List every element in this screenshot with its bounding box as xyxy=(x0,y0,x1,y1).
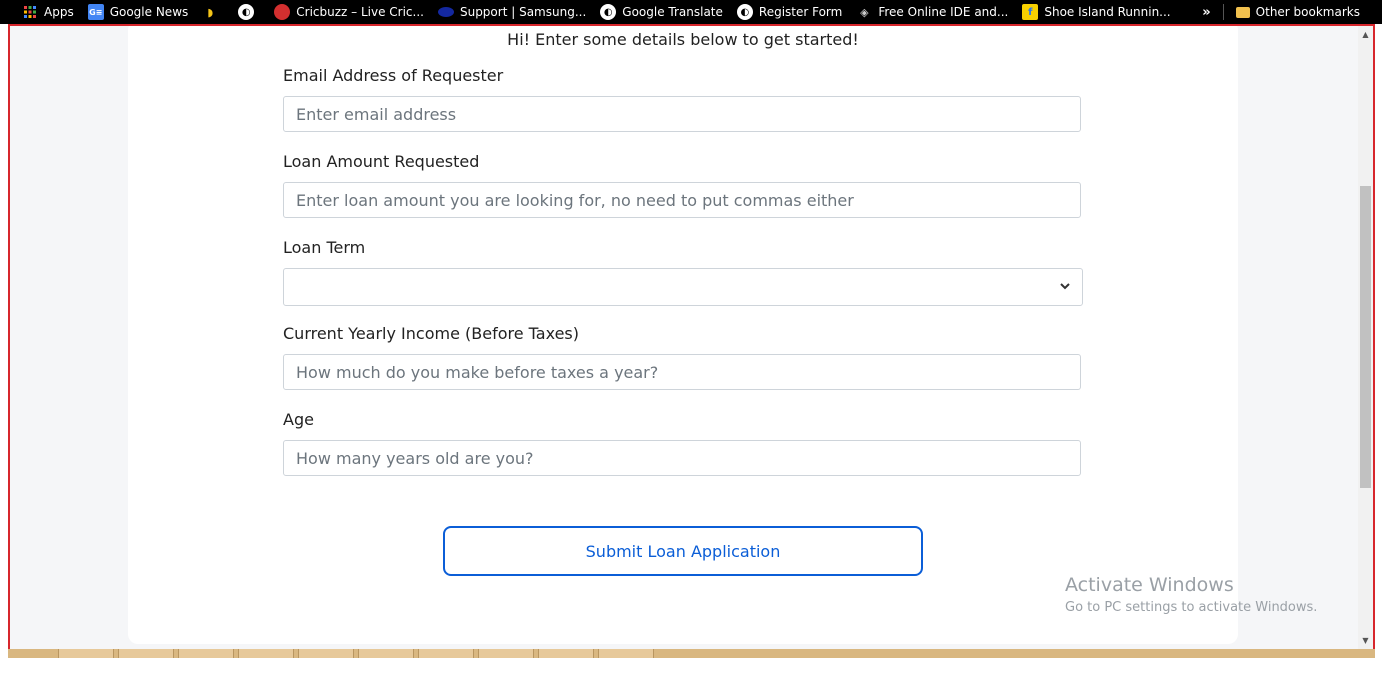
age-label: Age xyxy=(283,410,314,429)
scroll-thumb[interactable] xyxy=(1360,186,1371,488)
income-input[interactable] xyxy=(283,354,1081,390)
bookmark-label: Free Online IDE and... xyxy=(878,5,1009,19)
bookmark-globe[interactable]: ◐ xyxy=(238,0,260,24)
bookmark-cricbuzz[interactable]: Cricbuzz – Live Cric... xyxy=(274,0,424,24)
bookmark-label: Cricbuzz – Live Cric... xyxy=(296,5,424,19)
taskbar-button[interactable] xyxy=(478,649,534,658)
taskbar-button[interactable] xyxy=(538,649,594,658)
taskbar-button[interactable] xyxy=(598,649,654,658)
activate-windows-watermark: Activate Windows Go to PC settings to ac… xyxy=(1065,574,1317,615)
submit-loan-button[interactable]: Submit Loan Application xyxy=(443,526,923,576)
bookmark-samsung[interactable]: Support | Samsung... xyxy=(437,0,587,24)
bookmark-label: Google Translate xyxy=(622,5,723,19)
scroll-up-icon[interactable]: ▲ xyxy=(1361,30,1370,39)
taskbar-button[interactable] xyxy=(358,649,414,658)
taskbar-button[interactable] xyxy=(178,649,234,658)
bookmark-google-translate[interactable]: ◐ Google Translate xyxy=(600,0,723,24)
taskbar-button[interactable] xyxy=(238,649,294,658)
globe-icon: ◐ xyxy=(736,4,753,20)
intro-text: Hi! Enter some details below to get star… xyxy=(507,30,859,49)
globe-icon: ◐ xyxy=(238,4,255,20)
flipkart-icon: f xyxy=(1022,4,1039,20)
bookmark-label: Apps xyxy=(44,5,74,19)
watermark-subtitle: Go to PC settings to activate Windows. xyxy=(1065,600,1318,615)
bookmark-register-form[interactable]: ◐ Register Form xyxy=(736,0,843,24)
bookmarks-bar: Apps G≡ Google News ◗ ◐ Cricbuzz – Live … xyxy=(0,0,1382,24)
age-input[interactable] xyxy=(283,440,1081,476)
bookmark-free-ide[interactable]: ◈ Free Online IDE and... xyxy=(856,0,1008,24)
ide-icon: ◈ xyxy=(860,5,869,19)
loan-term-select[interactable] xyxy=(283,268,1083,306)
taskbar xyxy=(8,649,1375,658)
taskbar-button[interactable] xyxy=(118,649,174,658)
other-bookmarks[interactable]: Other bookmarks xyxy=(1235,0,1360,24)
bookmark-apps[interactable]: Apps xyxy=(22,0,74,24)
banana-icon: ◗ xyxy=(207,5,214,19)
divider xyxy=(1222,4,1224,20)
bookmark-label: Register Form xyxy=(758,5,843,19)
taskbar-button[interactable] xyxy=(418,649,474,658)
cricbuzz-icon xyxy=(274,4,291,20)
bookmark-shoe-island[interactable]: f Shoe Island Runnin... xyxy=(1022,0,1171,24)
taskbar-button[interactable] xyxy=(298,649,354,658)
income-label: Current Yearly Income (Before Taxes) xyxy=(283,324,579,343)
apps-grid-icon xyxy=(22,4,38,20)
bookmark-label: Google News xyxy=(109,5,189,19)
taskbar-button[interactable] xyxy=(58,649,114,658)
loan-amount-input[interactable] xyxy=(283,182,1081,218)
bookmark-google-news[interactable]: G≡ Google News xyxy=(87,0,189,24)
email-label: Email Address of Requester xyxy=(283,66,504,85)
other-bookmarks-label: Other bookmarks xyxy=(1255,5,1360,19)
samsung-icon xyxy=(437,7,454,17)
chevron-down-icon xyxy=(1060,283,1070,290)
globe-icon: ◐ xyxy=(600,4,617,20)
email-input[interactable] xyxy=(283,96,1081,132)
bookmark-label: Support | Samsung... xyxy=(459,5,587,19)
google-news-icon: G≡ xyxy=(87,4,104,20)
watermark-title: Activate Windows xyxy=(1065,574,1234,596)
bookmark-banana[interactable]: ◗ xyxy=(202,0,224,24)
loan-form-card: Hi! Enter some details below to get star… xyxy=(128,26,1238,644)
bookmark-label: Shoe Island Runnin... xyxy=(1044,5,1171,19)
loan-term-label: Loan Term xyxy=(283,238,366,257)
vertical-scrollbar[interactable]: ▲ ▼ xyxy=(1358,26,1373,649)
scroll-down-icon[interactable]: ▼ xyxy=(1361,636,1370,645)
page-viewport: Hi! Enter some details below to get star… xyxy=(8,24,1375,651)
loan-amount-label: Loan Amount Requested xyxy=(283,152,480,171)
more-bookmarks-button[interactable]: » xyxy=(1202,5,1210,20)
folder-icon xyxy=(1235,6,1250,18)
